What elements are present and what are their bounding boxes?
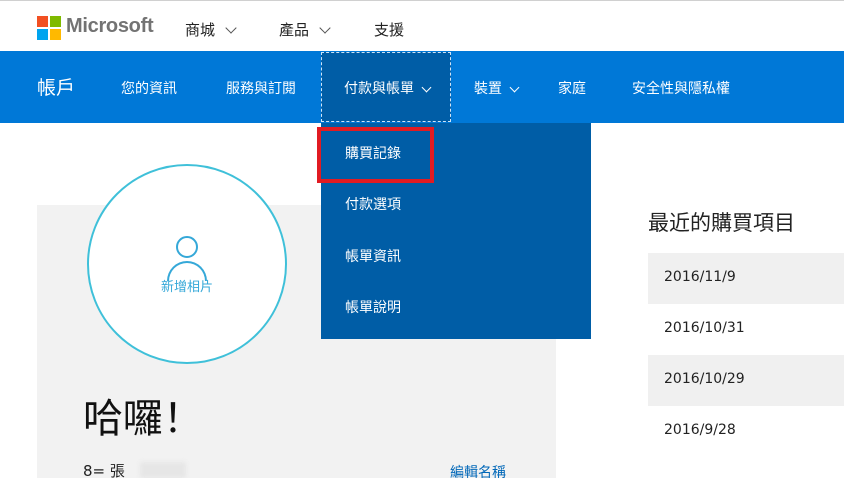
- nav-store-label: 商城: [185, 21, 216, 39]
- chevron-down-icon: [319, 22, 331, 34]
- add-photo-label: 新增相片: [160, 280, 213, 295]
- chevron-down-icon: [509, 82, 520, 93]
- purchase-row[interactable]: 2016/10/29: [648, 355, 844, 406]
- nav-products[interactable]: 產品: [279, 19, 331, 40]
- nav-support-label: 支援: [374, 21, 405, 39]
- purchase-row[interactable]: 2016/10/31: [648, 304, 844, 355]
- brand-name[interactable]: Microsoft: [66, 15, 154, 38]
- nav-store[interactable]: 商城: [185, 19, 237, 40]
- account-nav-bar: 帳戶 您的資訊 服務與訂閱 付款與帳單 裝置 家庭 安全性與隱私權: [0, 51, 844, 123]
- chevron-down-icon: [421, 82, 432, 93]
- nav-products-label: 產品: [279, 21, 310, 39]
- purchase-row[interactable]: 2016/11/9: [648, 253, 844, 304]
- tab-payment-billing[interactable]: 付款與帳單: [344, 78, 432, 98]
- account-title[interactable]: 帳戶: [37, 73, 75, 100]
- tab-family[interactable]: 家庭: [558, 78, 586, 98]
- purchase-date: 2016/9/28: [664, 422, 736, 438]
- greeting: 哈囉！: [83, 396, 203, 442]
- user-name: 8= 張: [83, 462, 125, 478]
- edit-name-link[interactable]: 編輯名稱: [450, 462, 506, 478]
- person-head-icon: [176, 236, 198, 258]
- highlight-box: [317, 127, 434, 183]
- add-photo-button[interactable]: 新增相片: [87, 164, 287, 364]
- purchase-date: 2016/11/9: [664, 269, 736, 285]
- tab-security-privacy[interactable]: 安全性與隱私權: [632, 78, 730, 98]
- purchase-date: 2016/10/29: [664, 371, 745, 387]
- tab-payment-billing-label: 付款與帳單: [344, 81, 414, 97]
- microsoft-logo-icon[interactable]: [37, 16, 61, 40]
- tab-devices[interactable]: 裝置: [474, 78, 520, 98]
- menu-item-billing-help[interactable]: 帳單說明: [345, 297, 401, 317]
- purchase-row[interactable]: 2016/9/28: [648, 406, 844, 457]
- menu-item-payment-options[interactable]: 付款選項: [345, 194, 401, 214]
- recent-purchases-title: 最近的購買項目: [648, 211, 795, 235]
- tab-devices-label: 裝置: [474, 81, 502, 97]
- nav-support[interactable]: 支援: [374, 19, 404, 40]
- account-page: Microsoft 商城 產品 支援 帳戶 您的資訊 服務與訂閱 付款與帳單 裝…: [0, 0, 844, 478]
- redacted-name: [140, 462, 186, 478]
- tab-services-subscriptions[interactable]: 服務與訂閱: [226, 78, 296, 98]
- menu-item-billing-info[interactable]: 帳單資訊: [345, 246, 401, 266]
- purchase-date: 2016/10/31: [664, 320, 745, 336]
- chevron-down-icon: [225, 22, 237, 34]
- tab-your-info[interactable]: 您的資訊: [121, 78, 177, 98]
- top-header: Microsoft 商城 產品 支援: [0, 0, 844, 51]
